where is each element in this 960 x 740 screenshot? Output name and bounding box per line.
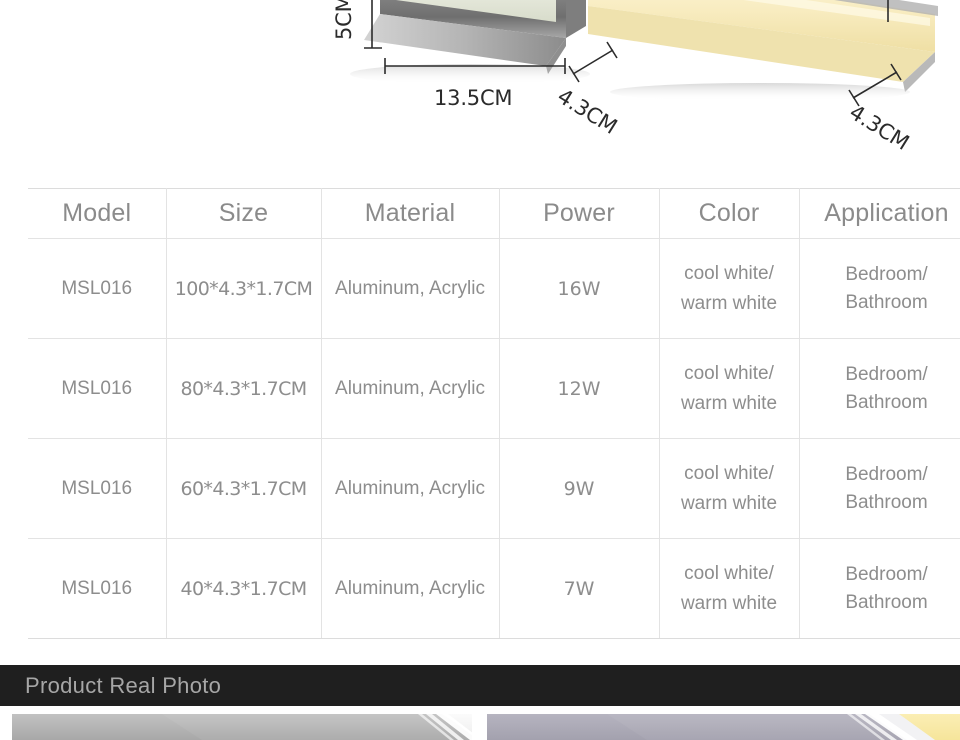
cell-size: 100*4.3*1.7CM	[165, 238, 322, 339]
section-banner-product-real-photo: Product Real Photo	[0, 665, 960, 706]
cell-application: Bedroom/ Bathroom	[798, 438, 960, 539]
table-row: MSL016 80*4.3*1.7CM Aluminum, Acrylic 12…	[28, 338, 960, 439]
column-header-application: Application	[798, 188, 960, 239]
cell-model: MSL016	[28, 438, 167, 539]
dim-line-depth-left	[572, 49, 614, 75]
cell-model: MSL016	[28, 338, 167, 439]
cell-color-line2: warm white	[680, 492, 778, 514]
cell-application-line2: Bathroom	[845, 591, 928, 613]
cell-material: Aluminum, Acrylic	[320, 238, 500, 339]
dimension-label-height: 5CM	[332, 0, 356, 40]
specification-table-wrapper: Model Size Material Power Color Applicat…	[28, 188, 960, 639]
product-dimension-diagram: 5CM 13.5CM 4.3CM 4.3CM	[0, 0, 960, 172]
cell-color: cool white/ warm white	[658, 538, 800, 639]
column-header-color: Color	[658, 188, 800, 239]
cell-power: 16W	[498, 238, 660, 339]
column-header-power: Power	[498, 188, 660, 239]
cell-application-line1: Bedroom/	[845, 463, 928, 485]
dimension-label-length: 13.5CM	[434, 86, 513, 110]
product-photo-left	[12, 714, 472, 740]
product-photo-left-image	[12, 714, 472, 740]
cell-color-line2: warm white	[680, 592, 778, 614]
cell-power: 9W	[498, 438, 660, 539]
cell-power: 7W	[498, 538, 660, 639]
cell-color-line2: warm white	[680, 292, 778, 314]
cell-color: cool white/ warm white	[658, 338, 800, 439]
table-row: MSL016 100*4.3*1.7CM Aluminum, Acrylic 1…	[28, 238, 960, 339]
cell-material: Aluminum, Acrylic	[320, 338, 500, 439]
lamp-base-side	[566, 0, 586, 38]
column-header-material: Material	[320, 188, 500, 239]
cell-color: cool white/ warm white	[658, 438, 800, 539]
cell-application-line1: Bedroom/	[845, 563, 928, 585]
cell-size: 40*4.3*1.7CM	[165, 538, 322, 639]
cell-color: cool white/ warm white	[658, 238, 800, 339]
cell-application-line2: Bathroom	[845, 491, 928, 513]
cell-color-line1: cool white/	[684, 363, 774, 385]
cell-size: 80*4.3*1.7CM	[165, 338, 322, 439]
cell-color-line1: cool white/	[684, 463, 774, 485]
column-header-size: Size	[165, 188, 322, 239]
product-photo-right	[487, 714, 960, 740]
cell-model: MSL016	[28, 238, 167, 339]
cell-color-line1: cool white/	[684, 263, 774, 285]
specification-table: Model Size Material Power Color Applicat…	[28, 188, 960, 639]
cell-application-line1: Bedroom/	[845, 263, 928, 285]
cell-material: Aluminum, Acrylic	[320, 538, 500, 639]
column-header-model: Model	[28, 188, 167, 239]
cell-application: Bedroom/ Bathroom	[798, 338, 960, 439]
cell-application: Bedroom/ Bathroom	[798, 538, 960, 639]
cell-application-line2: Bathroom	[845, 291, 928, 313]
cell-application-line2: Bathroom	[845, 391, 928, 413]
cell-color-line1: cool white/	[684, 563, 774, 585]
cell-size: 60*4.3*1.7CM	[165, 438, 322, 539]
cell-model: MSL016	[28, 538, 167, 639]
table-row: MSL016 40*4.3*1.7CM Aluminum, Acrylic 7W…	[28, 538, 960, 639]
product-photo-right-image	[487, 714, 960, 740]
cell-power: 12W	[498, 338, 660, 439]
table-header-row: Model Size Material Power Color Applicat…	[28, 188, 960, 239]
table-row: MSL016 60*4.3*1.7CM Aluminum, Acrylic 9W…	[28, 438, 960, 539]
section-banner-title: Product Real Photo	[25, 672, 222, 698]
cell-application: Bedroom/ Bathroom	[798, 238, 960, 339]
cell-color-line2: warm white	[680, 392, 778, 414]
cell-application-line1: Bedroom/	[845, 363, 928, 385]
cell-material: Aluminum, Acrylic	[320, 438, 500, 539]
product-photo-strip	[0, 710, 960, 740]
